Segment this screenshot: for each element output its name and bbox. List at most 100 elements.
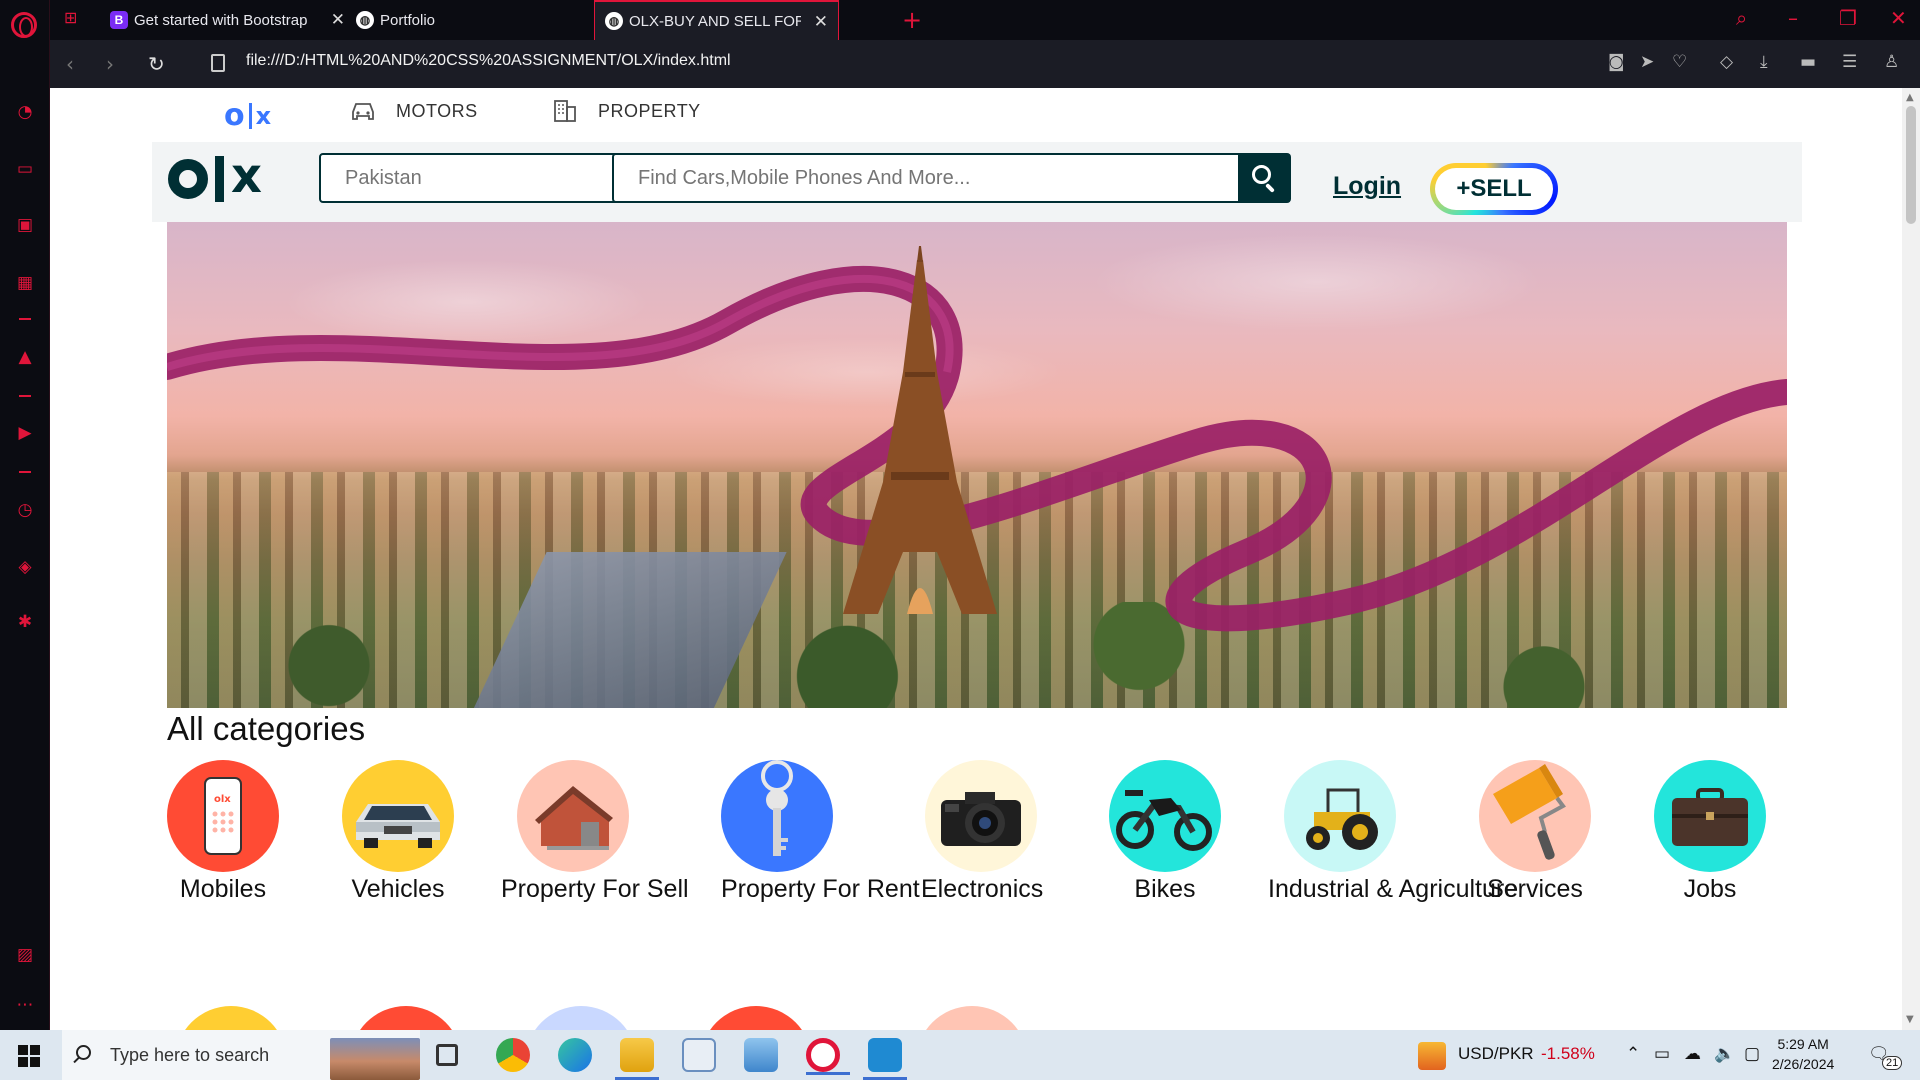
close-tab-icon[interactable]: ✕ [331,10,345,30]
car-outline-icon [352,103,374,120]
svg-text:olx: olx [214,794,231,805]
motors-link[interactable]: MOTORS [350,100,478,122]
property-link[interactable]: PROPERTY [552,100,701,122]
paint-roller-icon [1479,760,1591,872]
windows-start-icon[interactable] [18,1045,40,1067]
taskbar-clock[interactable]: 5:29 AM 2/26/2024 [1772,1034,1834,1074]
category-label: Jobs [1683,875,1737,903]
search-tabs-icon[interactable]: ⌕ [1736,6,1747,30]
key-icon [721,760,833,872]
tab-olx[interactable]: ◍ OLX-BUY AND SELL FOR FREE ✕ [594,0,839,40]
search-input[interactable] [612,153,1242,203]
car-icon [342,760,454,872]
opera-logo-icon[interactable] [11,12,37,38]
restore-window-button[interactable]: ❐ [1839,6,1857,30]
category-label: Property For Rent [721,875,920,903]
category-circle-partial[interactable] [525,1006,637,1030]
category-label: Electronics [921,875,1044,903]
close-window-button[interactable]: ✕ [1890,6,1907,30]
tab-strip: ⊞ B Get started with Bootstrap ✕ ◍ Portf… [50,0,1920,40]
url-field[interactable]: file:///D:/HTML%20AND%20CSS%20ASSIGNMENT… [246,52,731,70]
back-button[interactable]: ‹ [66,52,74,76]
snapshot-camera-icon[interactable]: ◙ [1608,52,1625,72]
location-input[interactable] [319,153,631,203]
page-scrollbar[interactable]: ▲ ▼ [1902,88,1920,1030]
vscode-icon[interactable] [863,1038,907,1080]
currency-widget-icon[interactable] [1418,1042,1446,1070]
reload-button[interactable]: ↻ [148,52,165,76]
olx-small-logo[interactable]: ox [224,98,271,133]
more-options-icon[interactable]: ⋯ [14,994,36,1016]
search-highlight-image [330,1038,420,1080]
aria-icon[interactable]: ▲ [14,346,36,368]
file-page-icon [211,54,225,72]
file-explorer-icon[interactable] [615,1038,659,1080]
olx-logo-bar [248,102,252,129]
wallpaper-icon[interactable]: ▨ [14,944,36,966]
category-circle-partial[interactable] [350,1006,462,1030]
heart-icon[interactable]: ♡ [1672,52,1687,72]
history-icon[interactable]: ◷ [14,499,36,521]
hero-banner [167,222,1787,708]
computer-app-icon[interactable] [744,1038,778,1072]
send-icon[interactable]: ➤ [1640,52,1654,72]
category-label: Mobiles [179,875,267,903]
scroll-up-arrow-icon[interactable]: ▲ [1906,92,1914,103]
search-icon-handle [1265,183,1275,193]
volume-icon[interactable]: 🔈 [1714,1044,1735,1064]
battery-icon[interactable]: ▭ [1654,1044,1670,1064]
scrollbar-thumb[interactable] [1906,106,1916,224]
currency-change: -1.58% [1541,1044,1595,1063]
download-icon[interactable]: ⤓ [1760,52,1768,72]
scroll-down-arrow-icon[interactable]: ▼ [1906,1014,1914,1025]
category-circle-partial[interactable] [175,1006,287,1030]
profile-icon[interactable]: ♙ [1884,52,1899,72]
tractor-icon [1284,760,1396,872]
player-icon[interactable]: ▶ [14,422,36,444]
camera-icon [925,760,1037,872]
extensions-icon[interactable]: ◇ [1720,52,1733,72]
cpu-icon[interactable]: ▦ [14,272,36,294]
network-icon[interactable]: ▢ [1744,1044,1760,1064]
olx-logo[interactable]: x [168,152,262,202]
categories-heading: All categories [167,710,366,747]
shopping-bag-icon[interactable]: ▭ [14,158,36,180]
clock-date: 2/26/2024 [1772,1056,1835,1072]
olx-logo-x: x [231,148,262,204]
tab-portfolio[interactable]: ◍ Portfolio ✕ [346,0,636,40]
sidebar-divider [19,471,31,473]
taskbar-search-box[interactable]: Type here to search [62,1030,420,1080]
top-nav: ox MOTORS PROPERTY [50,88,1902,138]
onedrive-cloud-icon[interactable]: ☁ [1684,1044,1701,1064]
search-button[interactable] [1238,153,1291,203]
task-view-icon[interactable] [436,1044,458,1066]
battery-saver-icon[interactable]: ▬ [1800,52,1816,72]
photos-app-icon[interactable] [682,1038,716,1072]
speed-dial-icon[interactable]: ◔ [14,101,36,123]
forward-button[interactable]: › [106,52,114,76]
browser-sidebar: ◔ ▭ ▣ ▦ ▲ ▶ ◷ ◈ ✱ ▨ ⋯ [0,0,50,1030]
category-circle-partial[interactable] [916,1006,1028,1030]
twitch-icon[interactable]: ▣ [14,214,36,236]
minimize-window-button[interactable]: – [1788,6,1798,30]
settings-gear-icon[interactable]: ✱ [14,611,36,633]
login-link[interactable]: Login [1333,172,1401,201]
bootstrap-favicon-icon: B [110,11,128,29]
close-tab-icon[interactable]: ✕ [814,12,828,32]
category-circle-partial[interactable] [700,1006,812,1030]
currency-pair[interactable]: USD/PKR [1458,1044,1534,1064]
gamepad-icon[interactable]: ⊞ [64,8,77,27]
address-bar: ‹ › ↻ file:///D:/HTML%20AND%20CSS%20ASSI… [50,40,1920,88]
new-tab-button[interactable]: + [902,6,922,34]
show-hidden-icons-icon[interactable]: ⌃ [1626,1044,1640,1064]
easy-setup-icon[interactable]: ☰ [1842,52,1857,72]
extensions-cube-icon[interactable]: ◈ [14,556,36,578]
sell-button[interactable]: +SELL [1430,163,1558,215]
motors-label: MOTORS [396,100,478,121]
tab-title: Get started with Bootstrap [134,11,308,29]
chrome-icon[interactable] [496,1038,530,1072]
edge-icon[interactable] [558,1038,592,1072]
category-label: Bikes [1134,875,1196,903]
opera-taskbar-icon[interactable] [806,1038,850,1075]
tab-bootstrap[interactable]: B Get started with Bootstrap ✕ [100,0,355,40]
